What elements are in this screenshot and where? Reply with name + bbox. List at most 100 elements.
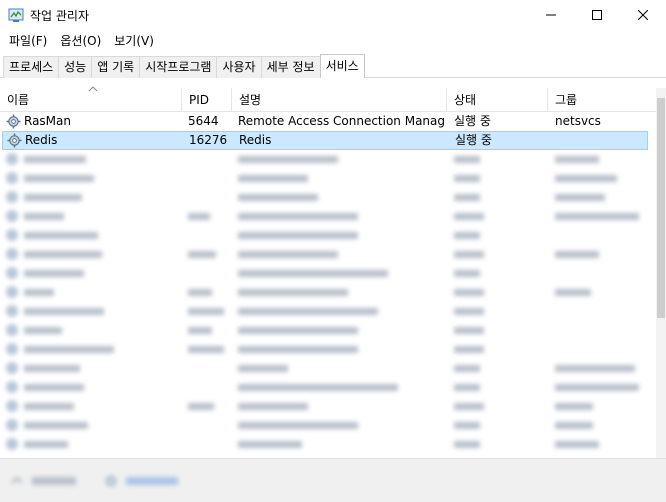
tab-services[interactable]: 서비스 bbox=[319, 54, 365, 78]
service-name: Redis bbox=[25, 133, 58, 147]
task-manager-app-icon bbox=[8, 8, 24, 22]
blurred-cell bbox=[454, 346, 484, 353]
blurred-cell bbox=[454, 422, 480, 429]
column-header-label: 이름 bbox=[7, 93, 30, 107]
tab-performance[interactable]: 성능 bbox=[58, 56, 93, 78]
footer-left-blurred[interactable] bbox=[10, 473, 76, 488]
blurred-cell bbox=[24, 175, 94, 182]
blurred-cell bbox=[555, 289, 591, 296]
blurred-cell bbox=[238, 232, 358, 239]
table-row-blurred[interactable] bbox=[0, 169, 658, 188]
blurred-cell bbox=[24, 194, 82, 201]
column-header-description[interactable]: 설명 bbox=[232, 88, 447, 112]
blurred-cell bbox=[24, 213, 64, 220]
table-row-blurred[interactable] bbox=[0, 226, 658, 245]
blurred-cell bbox=[188, 346, 224, 353]
blurred-cell bbox=[24, 308, 104, 315]
table-row-blurred[interactable] bbox=[0, 378, 658, 397]
blurred-cell bbox=[188, 403, 214, 410]
service-pid: 16276 bbox=[189, 133, 228, 147]
tab-users[interactable]: 사용자 bbox=[216, 56, 262, 78]
table-row-blurred[interactable] bbox=[0, 416, 658, 435]
service-gear-icon bbox=[6, 210, 18, 222]
task-manager-window: 작업 관리자 파일(F) 옵션(O) 보기(V) 프로세스 성능 앱 기록 시작… bbox=[0, 0, 666, 502]
column-header-group[interactable]: 그룹 bbox=[548, 88, 658, 112]
table-row-selected[interactable]: Redis 16276 Redis 실행 중 bbox=[2, 131, 648, 150]
blurred-cell bbox=[238, 365, 288, 372]
blurred-cell bbox=[238, 251, 338, 258]
table-row-blurred[interactable] bbox=[0, 359, 658, 378]
blurred-cell bbox=[555, 156, 599, 163]
menu-view[interactable]: 보기(V) bbox=[109, 31, 159, 51]
table-row-blurred[interactable] bbox=[0, 340, 658, 359]
blurred-cell bbox=[24, 384, 84, 391]
tab-processes[interactable]: 프로세스 bbox=[3, 56, 60, 78]
list-header: 이름 PID 설명 상태 그룹 bbox=[0, 86, 658, 112]
blurred-cell bbox=[454, 403, 484, 410]
blurred-cell bbox=[24, 156, 86, 163]
table-row[interactable]: RasMan 5644 Remote Access Connection Man… bbox=[0, 112, 658, 131]
minimize-button[interactable] bbox=[528, 0, 574, 30]
blurred-cell bbox=[555, 422, 593, 429]
scrollbar-thumb[interactable] bbox=[657, 98, 665, 318]
table-row-blurred[interactable] bbox=[0, 321, 658, 340]
vertical-scrollbar[interactable] bbox=[656, 88, 666, 458]
blurred-cell bbox=[238, 384, 398, 391]
open-services-link-blurred[interactable] bbox=[104, 473, 178, 488]
column-header-pid[interactable]: PID bbox=[182, 88, 232, 112]
menu-options[interactable]: 옵션(O) bbox=[55, 31, 106, 51]
table-row-blurred[interactable] bbox=[0, 245, 658, 264]
tab-app-history[interactable]: 앱 기록 bbox=[91, 56, 141, 78]
blurred-cell bbox=[24, 346, 114, 353]
blurred-cell bbox=[238, 270, 388, 277]
column-header-name[interactable]: 이름 bbox=[0, 86, 182, 112]
service-gear-icon bbox=[6, 191, 18, 203]
table-row-blurred[interactable] bbox=[0, 207, 658, 226]
blurred-cell bbox=[555, 384, 639, 391]
sort-ascending-icon bbox=[88, 86, 98, 92]
blurred-cell bbox=[454, 213, 484, 220]
blurred-cell bbox=[238, 422, 358, 429]
service-gear-icon bbox=[6, 305, 18, 317]
maximize-icon bbox=[592, 10, 602, 20]
column-header-status[interactable]: 상태 bbox=[447, 88, 548, 112]
services-list[interactable]: 이름 PID 설명 상태 그룹 RasMan 5644 Remote Acces… bbox=[0, 86, 658, 458]
table-row-blurred[interactable] bbox=[0, 397, 658, 416]
service-gear-icon bbox=[6, 381, 18, 393]
blurred-cell bbox=[454, 327, 484, 334]
blurred-cell bbox=[188, 213, 210, 220]
service-gear-icon bbox=[6, 267, 18, 279]
blurred-cell bbox=[555, 365, 635, 372]
blurred-cell bbox=[454, 384, 480, 391]
table-row-blurred[interactable] bbox=[0, 283, 658, 302]
table-row-blurred[interactable] bbox=[0, 150, 658, 169]
service-name: RasMan bbox=[24, 114, 71, 128]
service-gear-icon bbox=[6, 114, 21, 129]
blurred-cell bbox=[24, 441, 68, 448]
table-row-blurred[interactable] bbox=[0, 435, 658, 454]
blurred-cell bbox=[454, 289, 484, 296]
blurred-cell bbox=[24, 289, 54, 296]
blurred-cell bbox=[188, 289, 212, 296]
title-bar[interactable]: 작업 관리자 bbox=[0, 0, 666, 30]
table-row-blurred[interactable] bbox=[0, 302, 658, 321]
close-button[interactable] bbox=[620, 0, 666, 30]
blurred-cell bbox=[454, 175, 480, 182]
table-row-blurred[interactable] bbox=[0, 188, 658, 207]
service-description: Redis bbox=[239, 133, 272, 147]
blurred-cell bbox=[238, 213, 358, 220]
blurred-cell bbox=[188, 327, 212, 334]
blurred-cell bbox=[24, 232, 98, 239]
blurred-cell bbox=[555, 194, 605, 201]
maximize-button[interactable] bbox=[574, 0, 620, 30]
tab-details[interactable]: 세부 정보 bbox=[260, 56, 321, 78]
service-gear-icon bbox=[6, 362, 18, 374]
blurred-cell bbox=[24, 403, 74, 410]
service-status: 실행 중 bbox=[454, 114, 491, 128]
service-gear-icon bbox=[6, 438, 18, 450]
menu-file[interactable]: 파일(F) bbox=[4, 31, 52, 51]
table-row-blurred[interactable] bbox=[0, 264, 658, 283]
tab-startup[interactable]: 시작프로그램 bbox=[139, 56, 218, 78]
blurred-cell bbox=[555, 213, 639, 220]
service-gear-icon bbox=[6, 343, 18, 355]
